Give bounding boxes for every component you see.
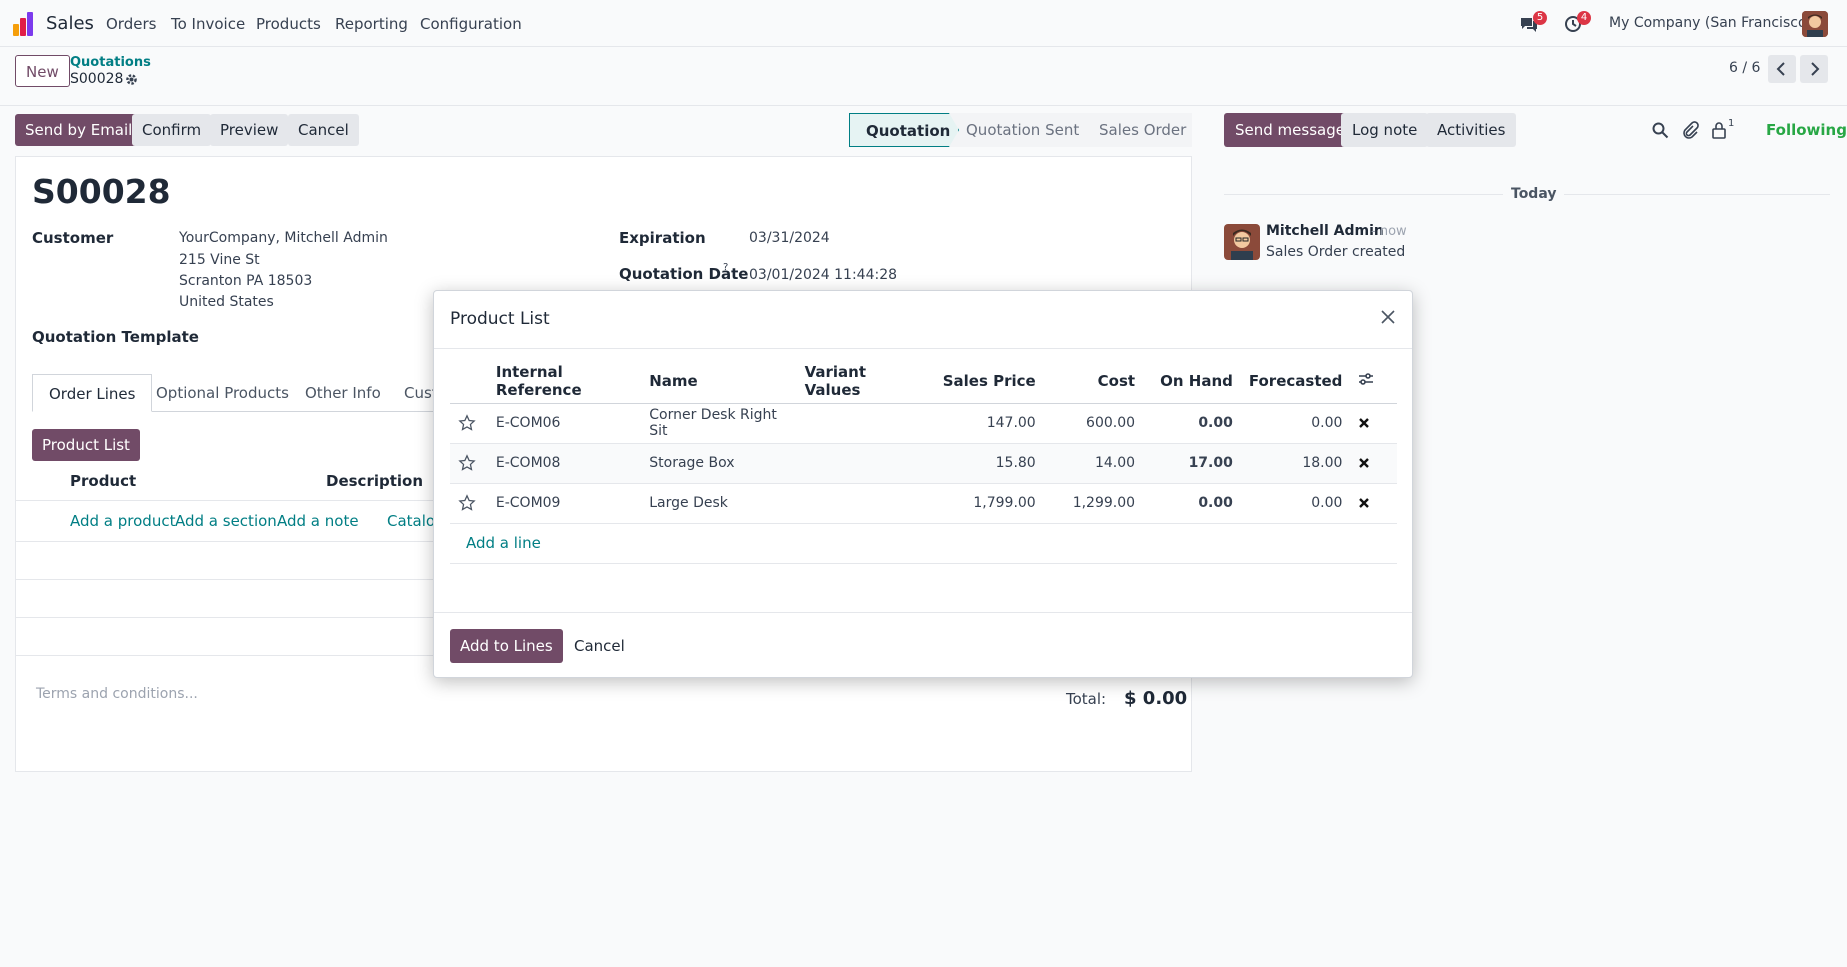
cell-cost[interactable]: 1,299.00 (1043, 483, 1144, 524)
column-sales-price[interactable]: Sales Price (934, 359, 1044, 404)
cell-forecasted[interactable]: 0.00 (1240, 483, 1351, 524)
add-line-row: Add a line (450, 523, 1397, 564)
cell-name[interactable]: Large Desk (641, 483, 797, 524)
column-forecasted[interactable]: Forecasted (1240, 359, 1351, 404)
table-row[interactable]: E-COM08 Storage Box 15.80 14.00 17.00 18… (450, 443, 1397, 484)
table-row[interactable]: E-COM06 Corner Desk Right Sit 147.00 600… (450, 403, 1397, 444)
column-variant-values[interactable]: Variant Values (796, 359, 935, 404)
dialog-cancel-button[interactable]: Cancel (564, 629, 635, 663)
cell-on-hand[interactable]: 0.00 (1143, 403, 1241, 444)
add-line-link[interactable]: Add a line (458, 534, 541, 552)
table-header-row: Internal Reference Name Variant Values S… (450, 359, 1397, 404)
column-name[interactable]: Name (641, 359, 797, 404)
sliders-icon (1359, 372, 1374, 385)
cell-variant-values[interactable] (796, 403, 935, 444)
delete-row-icon[interactable] (1358, 497, 1370, 509)
cell-cost[interactable]: 14.00 (1043, 443, 1144, 484)
cell-variant-values[interactable] (796, 443, 935, 484)
product-list-dialog: Product List Internal Reference Name Var… (433, 290, 1413, 678)
cell-on-hand[interactable]: 17.00 (1143, 443, 1241, 484)
cell-sales-price[interactable]: 15.80 (934, 443, 1044, 484)
cell-name[interactable]: Storage Box (641, 443, 797, 484)
optional-columns-toggle[interactable] (1350, 359, 1397, 404)
dialog-footer-divider (434, 612, 1412, 613)
dialog-header-divider (434, 348, 1412, 349)
star-icon[interactable] (458, 414, 476, 432)
delete-row-icon[interactable] (1358, 457, 1370, 469)
cell-internal-reference[interactable]: E-COM08 (487, 443, 642, 484)
column-cost[interactable]: Cost (1043, 359, 1144, 404)
cell-internal-reference[interactable]: E-COM06 (487, 403, 642, 444)
cell-sales-price[interactable]: 147.00 (934, 403, 1044, 444)
close-icon[interactable] (1378, 307, 1398, 327)
column-on-hand[interactable]: On Hand (1143, 359, 1241, 404)
delete-row-icon[interactable] (1358, 417, 1370, 429)
star-icon[interactable] (458, 494, 476, 512)
star-icon[interactable] (458, 454, 476, 472)
cell-variant-values[interactable] (796, 483, 935, 524)
product-list-table: Internal Reference Name Variant Values S… (450, 359, 1397, 564)
table-row[interactable]: E-COM09 Large Desk 1,799.00 1,299.00 0.0… (450, 483, 1397, 524)
cell-forecasted[interactable]: 0.00 (1240, 403, 1351, 444)
cell-internal-reference[interactable]: E-COM09 (487, 483, 642, 524)
cell-name[interactable]: Corner Desk Right Sit (641, 403, 797, 444)
cell-on-hand[interactable]: 0.00 (1143, 483, 1241, 524)
cell-cost[interactable]: 600.00 (1043, 403, 1144, 444)
header-favorite (450, 359, 488, 404)
cell-sales-price[interactable]: 1,799.00 (934, 483, 1044, 524)
cell-forecasted[interactable]: 18.00 (1240, 443, 1351, 484)
add-to-lines-button[interactable]: Add to Lines (450, 629, 563, 663)
column-internal-reference[interactable]: Internal Reference (487, 359, 642, 404)
dialog-title: Product List (450, 309, 550, 329)
